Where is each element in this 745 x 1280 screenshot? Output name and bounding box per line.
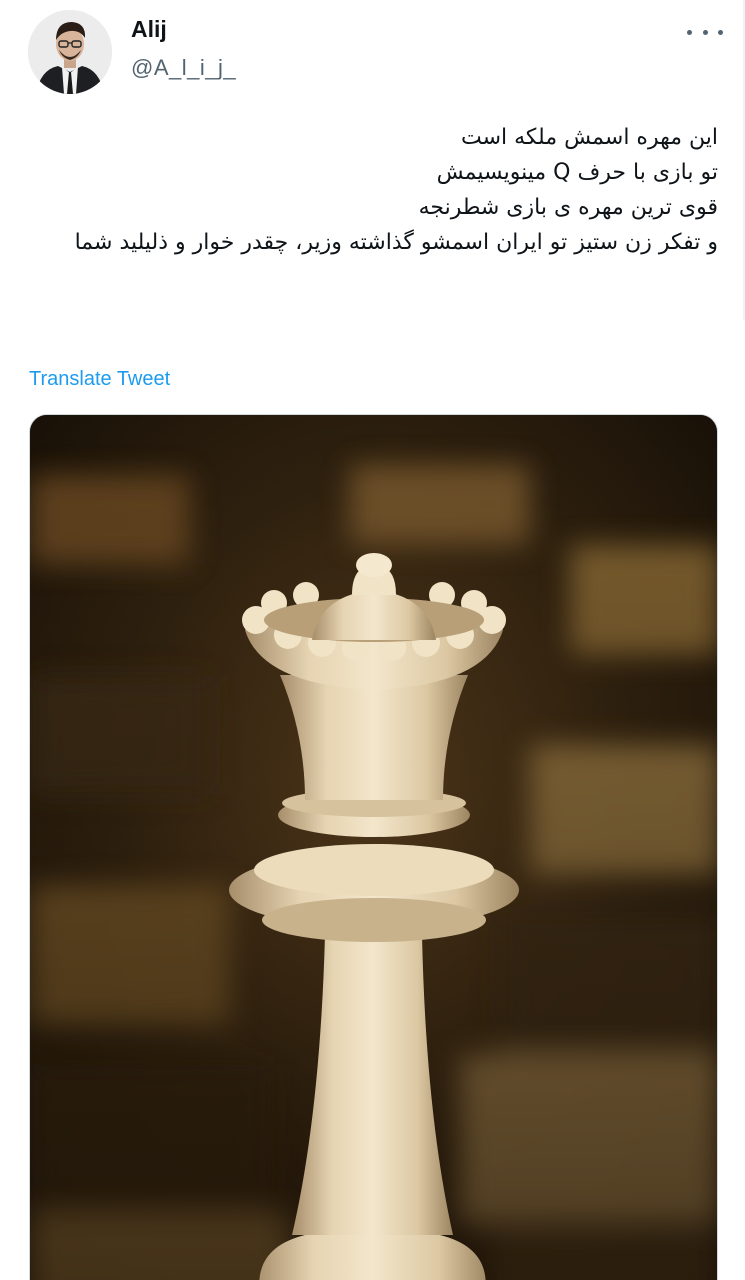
- avatar-image: [28, 10, 112, 94]
- tweet-detail: Alij @A_l_i_j_ این مهره اسمش ملکه است تو…: [0, 0, 745, 1280]
- tweet-text: این مهره اسمش ملکه است تو بازی با حرف Q …: [50, 120, 718, 260]
- author-name[interactable]: Alij: [131, 16, 167, 43]
- tweet-text-line: و تفکر زن ستیز تو ایران اسمشو گذاشته وزی…: [74, 230, 718, 255]
- more-horizontal-icon: [687, 29, 692, 35]
- translate-tweet-link[interactable]: Translate Tweet: [29, 368, 170, 391]
- tweet-media-image[interactable]: [29, 414, 718, 1280]
- more-horizontal-icon: [702, 29, 708, 35]
- tweet-text-line: این مهره اسمش ملکه است: [460, 125, 718, 150]
- more-options-button[interactable]: [687, 20, 723, 44]
- chess-queen-photo: [30, 415, 717, 1280]
- avatar[interactable]: [28, 10, 112, 94]
- more-horizontal-icon: [718, 29, 723, 35]
- tweet-text-line: تو بازی با حرف Q مینویسیمش: [436, 160, 718, 185]
- tweet-text-line: قوی ترین مهره ی بازی شطرنجه: [418, 195, 718, 220]
- author-handle[interactable]: @A_l_i_j_: [131, 55, 236, 81]
